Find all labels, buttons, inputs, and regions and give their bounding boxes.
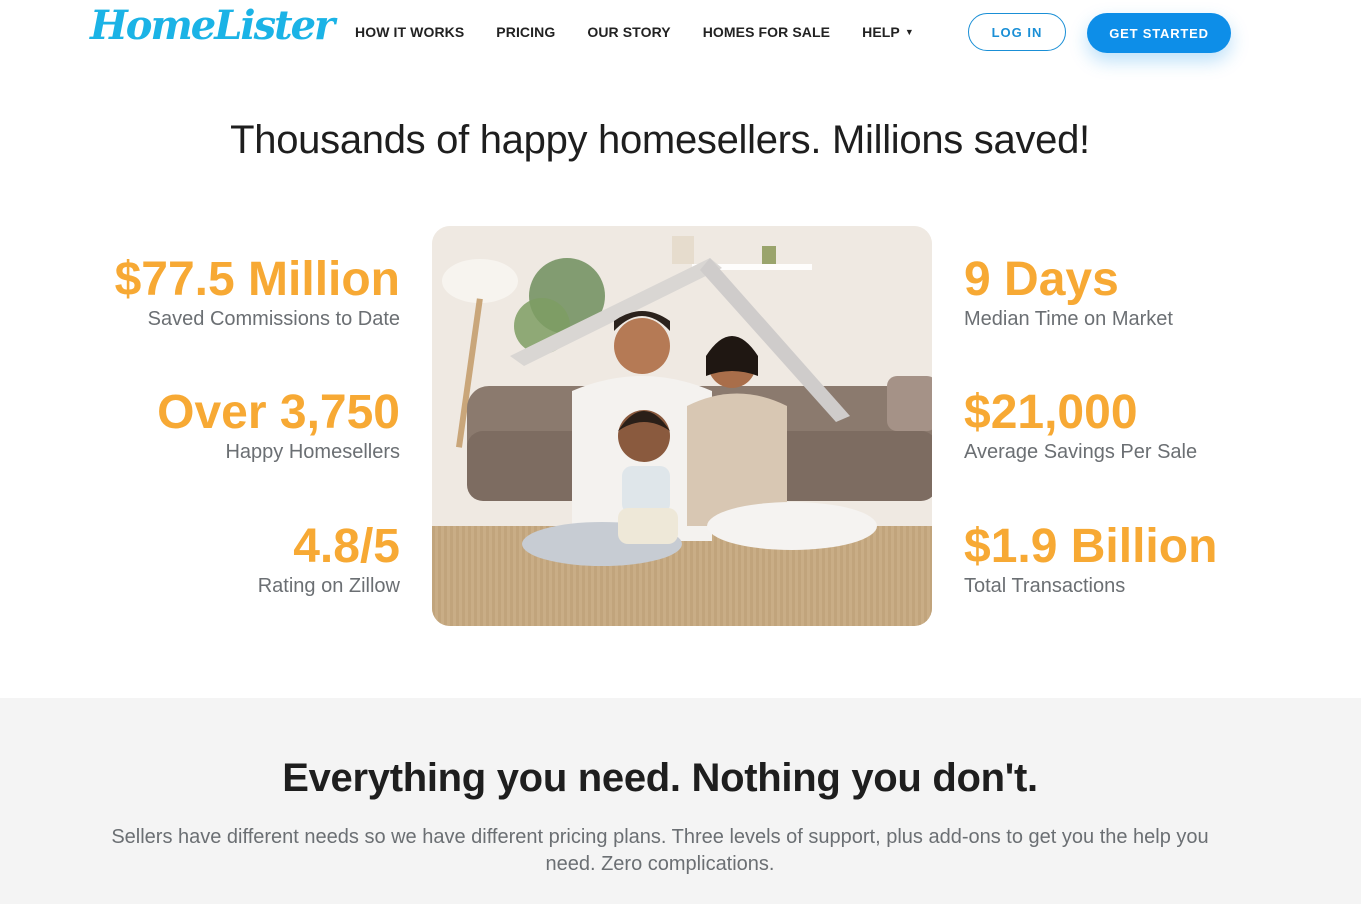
- stat-median-time: 9 Days Median Time on Market: [964, 254, 1173, 332]
- stat-label: Rating on Zillow: [257, 575, 400, 597]
- stat-value: $1.9 Billion: [964, 520, 1218, 573]
- hero-title: Thousands of happy homesellers. Millions…: [230, 118, 1090, 162]
- nav-label: HOW IT WORKS: [355, 24, 465, 40]
- nav-label: OUR STORY: [587, 24, 671, 40]
- section-subtitle: Sellers have different needs so we have …: [111, 826, 1209, 875]
- nav-our-story[interactable]: OUR STORY: [587, 24, 670, 40]
- stat-saved-commissions: $77.5 Million Saved Commissions to Date: [115, 254, 400, 332]
- homelister-logo[interactable]: HomeLister: [90, 2, 335, 49]
- stat-label: Median Time on Market: [964, 308, 1173, 330]
- nav-homes-for-sale[interactable]: HOMES FOR SALE: [703, 24, 830, 40]
- family-home-photo: [432, 226, 932, 626]
- stat-value: Over 3,750: [157, 386, 400, 439]
- stat-label: Saved Commissions to Date: [147, 308, 400, 330]
- nav-label: PRICING: [496, 24, 556, 40]
- pricing-intro-section: Everything you need. Nothing you don't. …: [0, 698, 1361, 904]
- site-header: HomeLister HOW IT WORKS PRICING OUR STOR…: [0, 0, 1361, 66]
- stat-value: 4.8/5: [293, 520, 400, 573]
- nav-label: HOMES FOR SALE: [702, 24, 831, 40]
- login-button[interactable]: LOG IN: [968, 13, 1066, 51]
- family-illustration: [432, 226, 932, 626]
- stat-value: 9 Days: [964, 253, 1119, 306]
- stat-label: Average Savings Per Sale: [964, 441, 1198, 463]
- stat-value: $77.5 Million: [114, 253, 400, 306]
- nav-label: HELP: [862, 24, 900, 40]
- get-started-button[interactable]: GET STARTED: [1087, 13, 1231, 53]
- stat-value: $21,000: [964, 386, 1138, 439]
- nav-pricing[interactable]: PRICING: [496, 24, 555, 40]
- stat-label: Total Transactions: [964, 575, 1126, 597]
- stat-average-savings: $21,000 Average Savings Per Sale: [964, 387, 1197, 465]
- stat-label: Happy Homesellers: [225, 441, 400, 463]
- main-nav: HOW IT WORKS PRICING OUR STORY HOMES FOR…: [355, 24, 946, 40]
- stat-total-transactions: $1.9 Billion Total Transactions: [964, 521, 1217, 599]
- stat-zillow-rating: 4.8/5 Rating on Zillow: [258, 521, 400, 599]
- nav-help[interactable]: HELP ▼: [862, 24, 914, 40]
- caret-down-icon: ▼: [904, 27, 914, 37]
- stat-happy-homesellers: Over 3,750 Happy Homesellers: [157, 387, 400, 465]
- nav-how-it-works[interactable]: HOW IT WORKS: [355, 24, 464, 40]
- section-title: Everything you need. Nothing you don't.: [282, 756, 1038, 800]
